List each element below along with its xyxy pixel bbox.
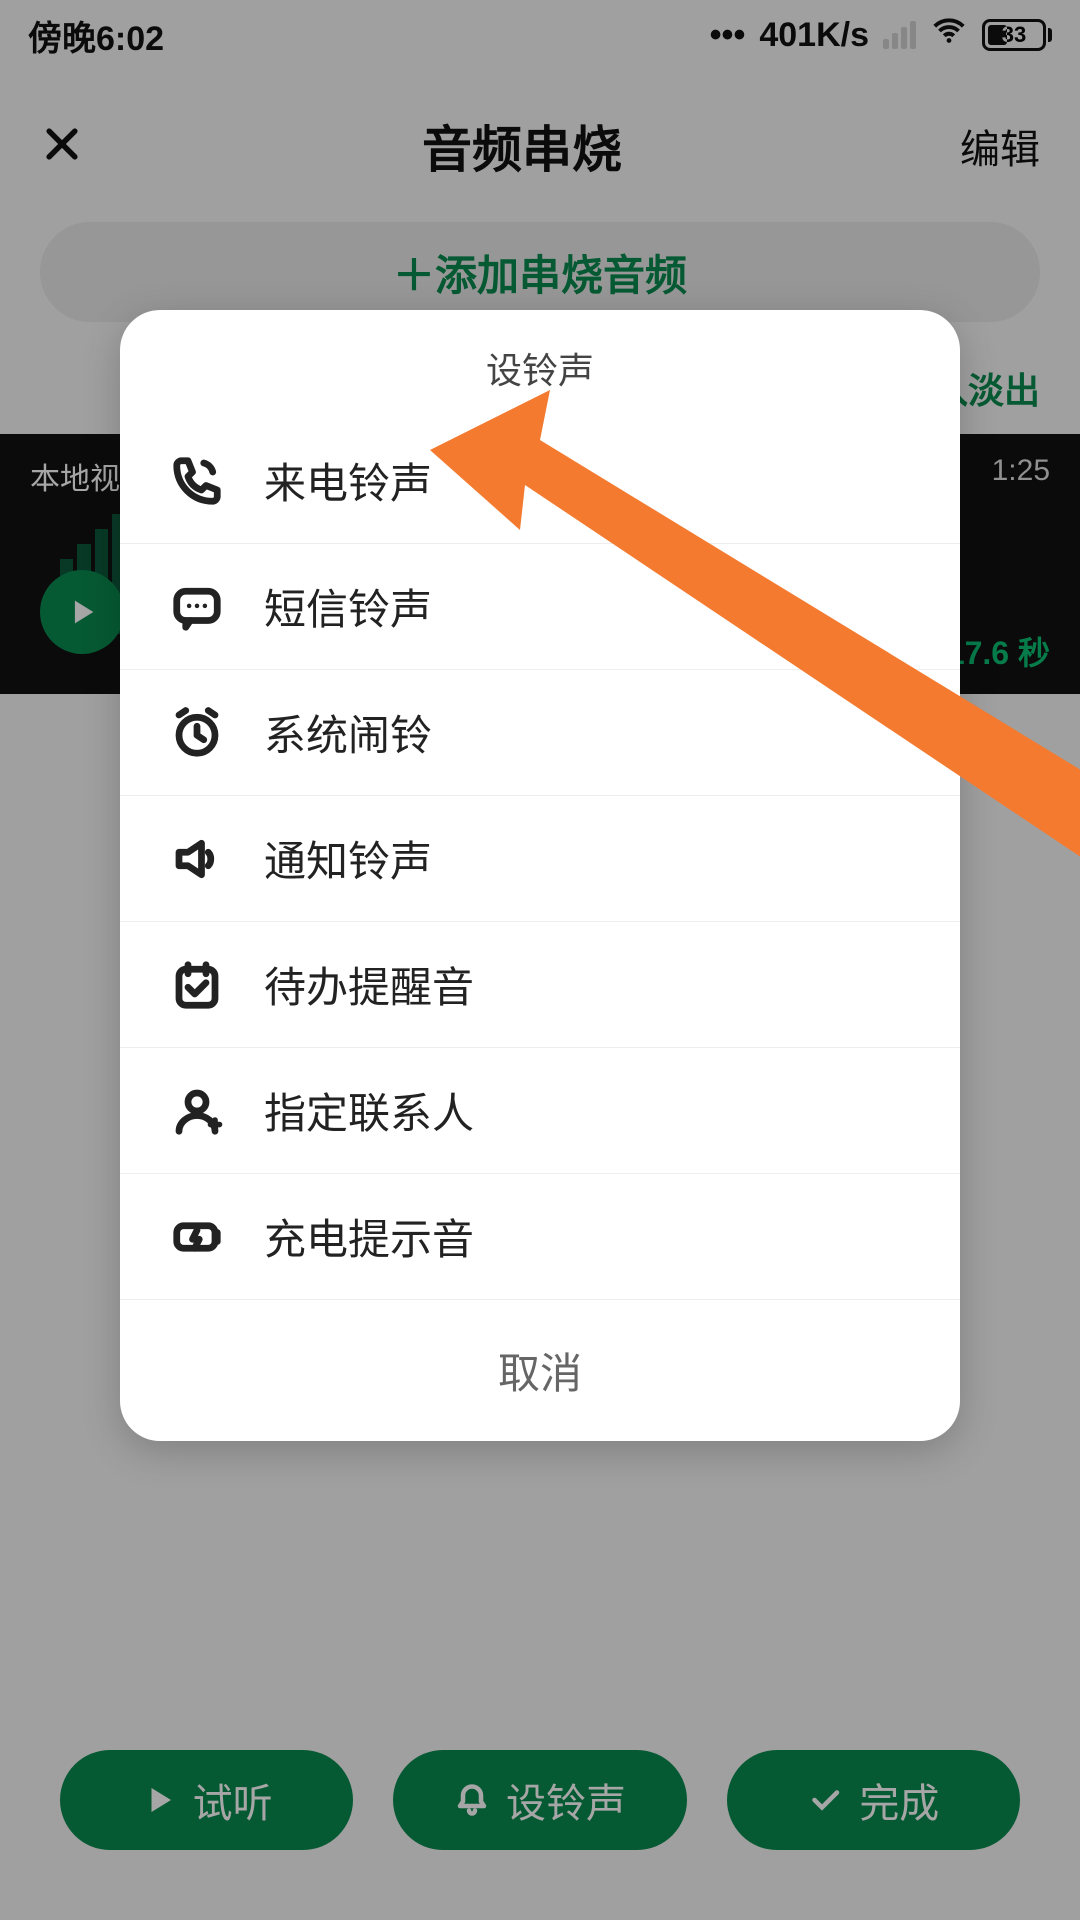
- ringtone-option-contact[interactable]: 指定联系人: [120, 1048, 960, 1174]
- message-icon: [170, 580, 224, 634]
- modal-list: 来电铃声 短信铃声 系统闹铃: [120, 418, 960, 1299]
- option-label: 通知铃声: [264, 828, 432, 889]
- phone-icon: [170, 454, 224, 508]
- option-label: 指定联系人: [264, 1080, 474, 1141]
- contact-add-icon: [170, 1084, 224, 1138]
- option-label: 待办提醒音: [264, 954, 474, 1015]
- option-label: 系统闹铃: [264, 702, 432, 763]
- ringtone-option-alarm[interactable]: 系统闹铃: [120, 670, 960, 796]
- ringtone-option-sms[interactable]: 短信铃声: [120, 544, 960, 670]
- battery-charge-icon: [170, 1210, 224, 1264]
- calendar-check-icon: [170, 958, 224, 1012]
- ringtone-option-charge[interactable]: 充电提示音: [120, 1174, 960, 1299]
- ringtone-modal: 设铃声 来电铃声 短信铃声: [120, 310, 960, 1441]
- option-label: 充电提示音: [264, 1206, 474, 1267]
- option-label: 来电铃声: [264, 450, 432, 511]
- modal-cancel-button[interactable]: 取消: [120, 1299, 960, 1441]
- ringtone-option-todo[interactable]: 待办提醒音: [120, 922, 960, 1048]
- speaker-icon: [170, 832, 224, 886]
- modal-title: 设铃声: [120, 310, 960, 418]
- ringtone-option-call[interactable]: 来电铃声: [120, 418, 960, 544]
- alarm-icon: [170, 706, 224, 760]
- option-label: 短信铃声: [264, 576, 432, 637]
- ringtone-option-notify[interactable]: 通知铃声: [120, 796, 960, 922]
